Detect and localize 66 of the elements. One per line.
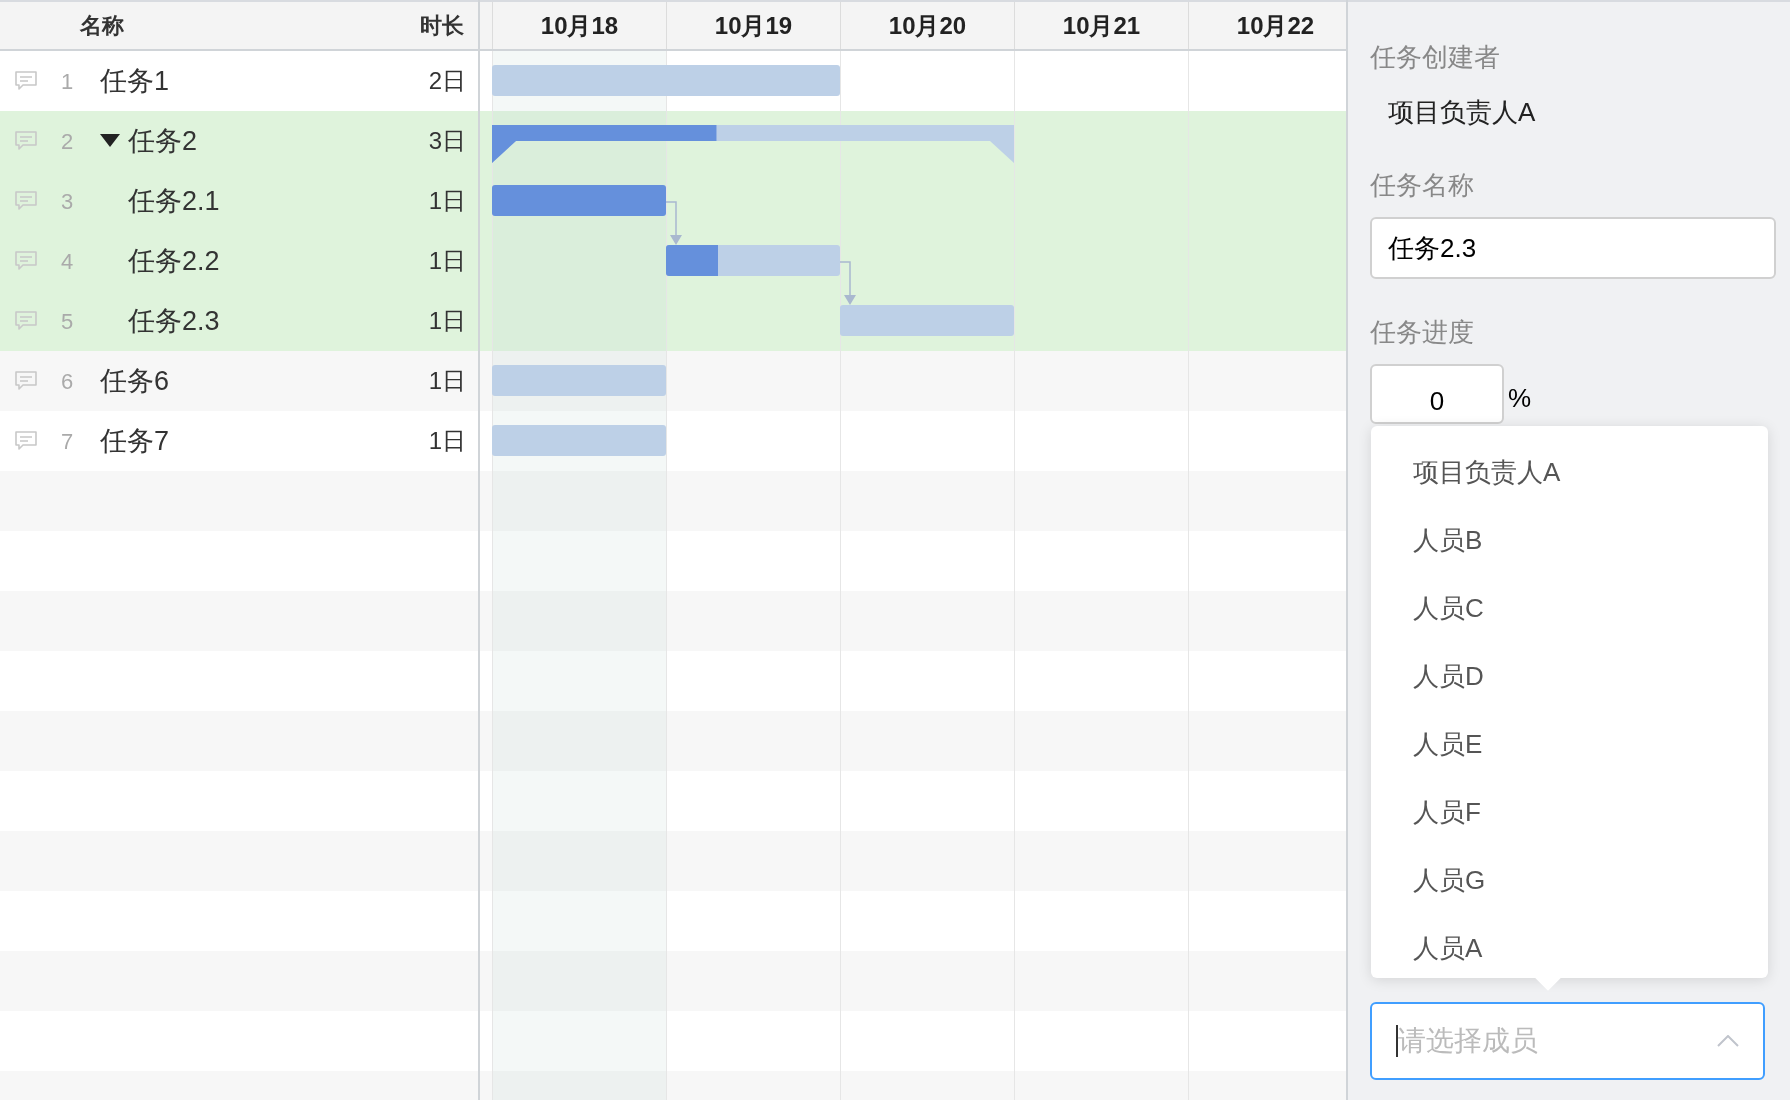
comment-icon[interactable]: [14, 370, 38, 392]
dropdown-option[interactable]: 人员E: [1371, 710, 1768, 778]
task-duration: 1日: [428, 246, 466, 276]
task-name: 任务2: [128, 124, 198, 158]
task-duration: 1日: [428, 306, 466, 336]
row-number: 2: [59, 127, 75, 156]
dropdown-option[interactable]: 人员A: [1371, 914, 1768, 982]
task-bar[interactable]: [492, 425, 666, 456]
task-name: 任务1: [100, 64, 170, 98]
dependency-arrow: [666, 201, 683, 245]
comment-icon[interactable]: [14, 310, 38, 332]
task-bar[interactable]: [492, 365, 666, 396]
select-placeholder: 请选择成员: [1398, 1024, 1538, 1058]
comment-icon[interactable]: [14, 70, 38, 92]
date-header: 10月20: [840, 2, 1014, 49]
task-bar[interactable]: [666, 245, 840, 276]
comment-icon[interactable]: [14, 430, 38, 452]
row-number: 3: [59, 187, 75, 216]
progress-field[interactable]: 0: [1370, 364, 1504, 424]
dropdown-option[interactable]: 人员B: [1371, 506, 1768, 574]
task-duration: 1日: [428, 186, 466, 216]
dropdown-option[interactable]: 人员C: [1371, 574, 1768, 642]
dropdown-option[interactable]: 项目负责人A: [1371, 438, 1768, 506]
task-name: 任务2.1: [128, 184, 220, 218]
task-row[interactable]: 2 任务2 3日: [0, 111, 478, 171]
date-header: 10月21: [1014, 2, 1188, 49]
summary-bar[interactable]: [492, 125, 1014, 163]
task-duration: 1日: [428, 366, 466, 396]
column-header: 时长: [420, 12, 464, 40]
caret-icon: [1717, 1035, 1739, 1047]
task-name: 任务6: [100, 364, 170, 398]
dropdown-option[interactable]: 人员F: [1371, 778, 1768, 846]
task-row[interactable]: 3 任务2.1 1日: [0, 171, 478, 231]
row-number: 4: [59, 247, 75, 276]
field-label: 任务名称: [1370, 169, 1475, 202]
task-bar[interactable]: [840, 305, 1014, 336]
task-name: 任务7: [100, 424, 170, 458]
date-header: 10月18: [492, 2, 666, 49]
row-number: 6: [59, 367, 75, 396]
percent-unit: %: [1508, 382, 1532, 415]
field-label: 任务创建者: [1370, 41, 1501, 74]
task-name: 任务2.2: [128, 244, 220, 278]
task-row[interactable]: 5 任务2.3 1日: [0, 291, 478, 351]
task-duration: 3日: [428, 126, 466, 156]
task-bar[interactable]: [492, 65, 840, 96]
task-row[interactable]: 4 任务2.2 1日: [0, 231, 478, 291]
creator-value: 项目负责人A: [1388, 96, 1537, 129]
dependency-arrow: [840, 261, 857, 305]
task-name-field[interactable]: 任务2.3: [1370, 217, 1776, 279]
task-duration: 1日: [428, 426, 466, 456]
comment-icon[interactable]: [14, 250, 38, 272]
dropdown-option[interactable]: 人员G: [1371, 846, 1768, 914]
task-row[interactable]: 6 任务6 1日: [0, 351, 478, 411]
column-header: 名称: [80, 12, 124, 40]
field-label: 任务进度: [1370, 316, 1475, 349]
comment-icon[interactable]: [14, 130, 38, 152]
row-number: 5: [59, 307, 75, 336]
comment-icon[interactable]: [14, 190, 38, 212]
task-duration: 2日: [428, 66, 466, 96]
task-name: 任务2.3: [128, 304, 220, 338]
date-header: 10月19: [666, 2, 840, 49]
row-number: 1: [59, 67, 75, 96]
dropdown-option[interactable]: 人员D: [1371, 642, 1768, 710]
task-bar[interactable]: [492, 185, 666, 216]
row-number: 7: [59, 427, 75, 456]
collapse-triangle-icon[interactable]: [100, 134, 120, 148]
